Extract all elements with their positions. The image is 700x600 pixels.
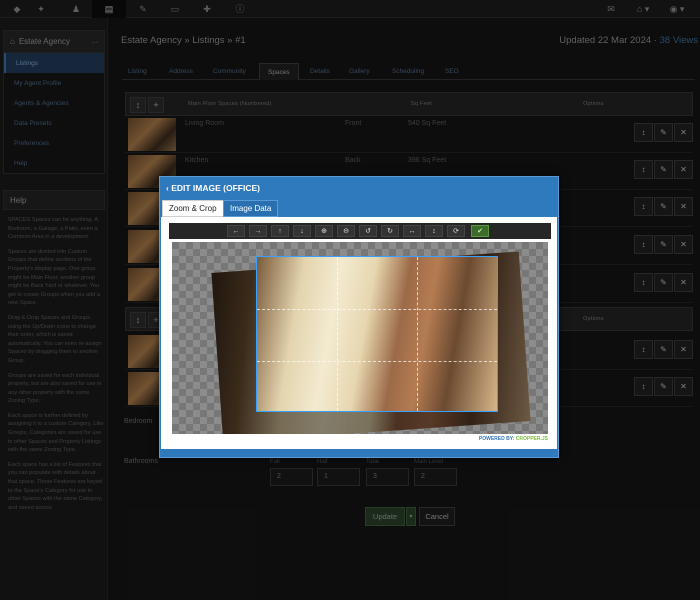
powered-prefix: POWERED BY:: [478, 436, 516, 442]
crop-guide: [337, 257, 338, 411]
crop-guide: [257, 309, 497, 310]
cropper-toolbar: ← → ↑ ↓ ⊕ ⊖ ↺ ↻ ↔ ↕ ⟳ ✔: [169, 223, 551, 239]
flip-horizontal-icon[interactable]: ↔: [403, 225, 421, 237]
rotate-left-icon[interactable]: ↺: [359, 225, 377, 237]
move-right-icon[interactable]: →: [249, 225, 267, 237]
crop-guide: [257, 361, 497, 362]
move-up-icon[interactable]: ↑: [271, 225, 289, 237]
zoom-out-icon[interactable]: ⊖: [337, 225, 355, 237]
flip-vertical-icon[interactable]: ↕: [425, 225, 443, 237]
tab-zoom-crop[interactable]: Zoom & Crop: [162, 200, 224, 217]
crop-canvas[interactable]: [172, 242, 548, 434]
check-icon[interactable]: ✔: [471, 225, 489, 237]
edit-image-modal: ‹ EDIT IMAGE (OFFICE) Zoom & Crop Image …: [159, 176, 559, 458]
modal-title-text: EDIT IMAGE (OFFICE): [171, 183, 260, 193]
modal-body: ← → ↑ ↓ ⊕ ⊖ ↺ ↻ ↔ ↕ ⟳ ✔ POWERED BY: CROP…: [161, 217, 557, 449]
move-down-icon[interactable]: ↓: [293, 225, 311, 237]
reset-icon[interactable]: ⟳: [447, 225, 465, 237]
rotate-right-icon[interactable]: ↻: [381, 225, 399, 237]
powered-by: POWERED BY: CROPPER.JS: [479, 436, 548, 442]
powered-library: CROPPER.JS: [515, 436, 548, 442]
zoom-in-icon[interactable]: ⊕: [315, 225, 333, 237]
crop-box[interactable]: [256, 256, 498, 412]
modal-title: ‹ EDIT IMAGE (OFFICE): [166, 183, 260, 193]
move-left-icon[interactable]: ←: [227, 225, 245, 237]
crop-guide: [417, 257, 418, 411]
tab-image-data[interactable]: Image Data: [223, 200, 279, 217]
